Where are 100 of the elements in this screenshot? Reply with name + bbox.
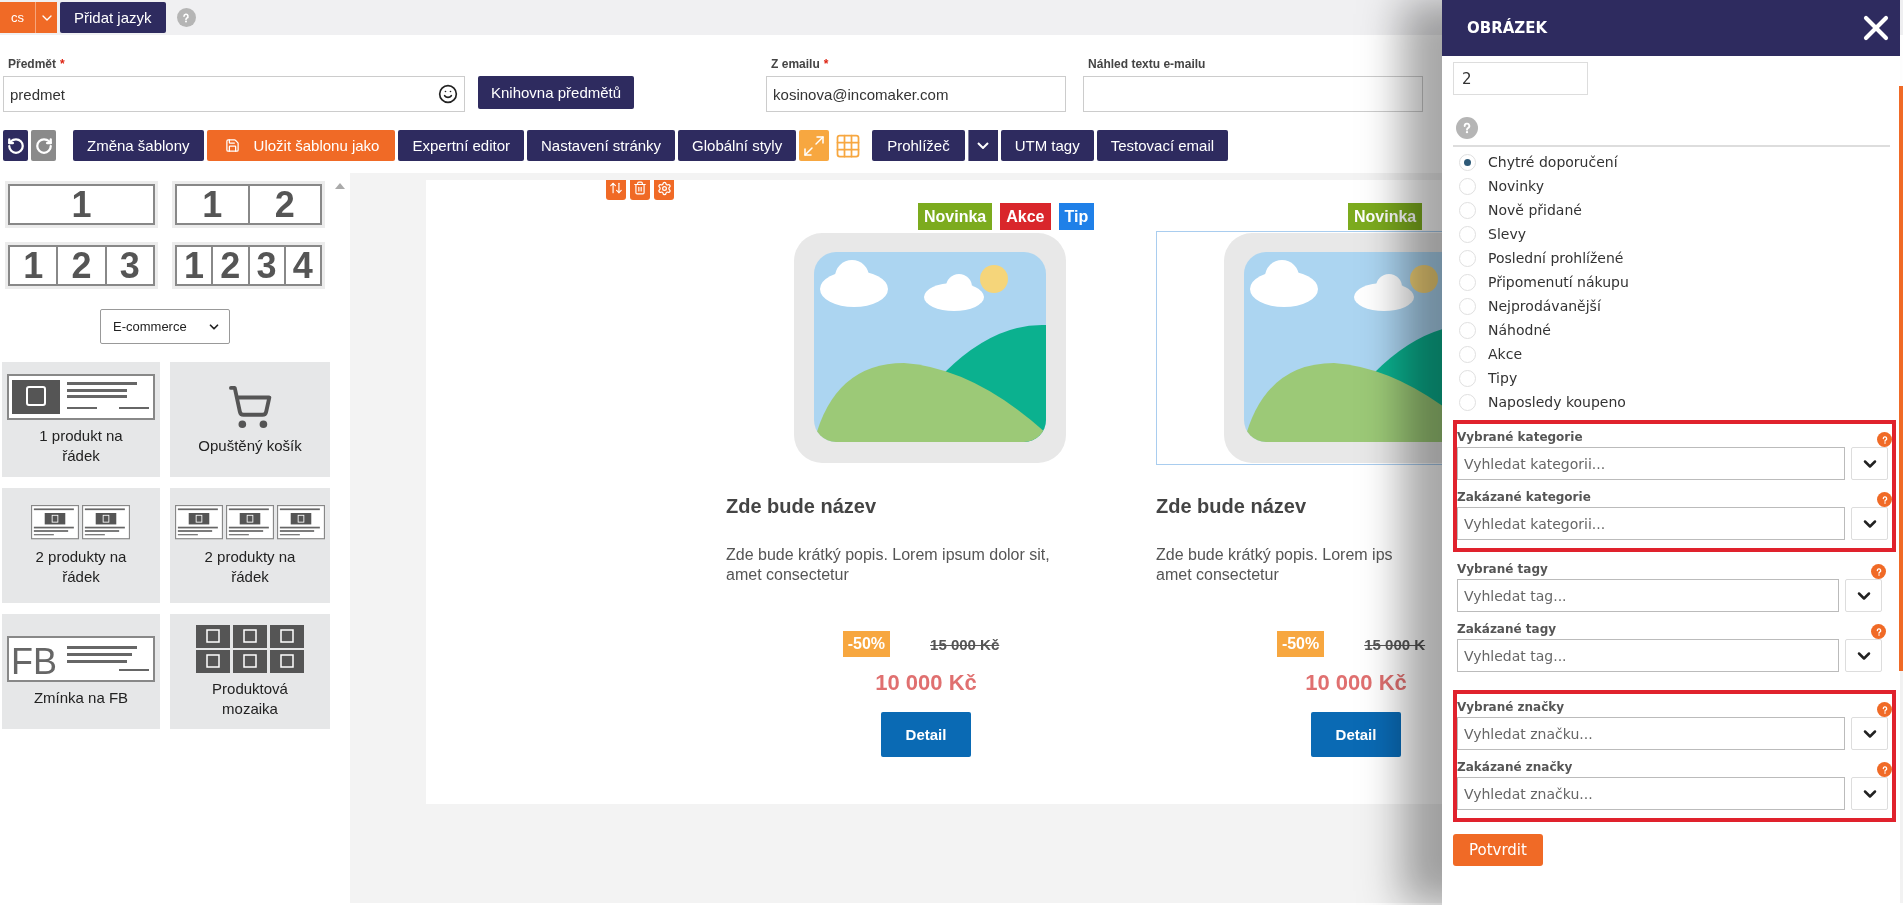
dropdown-toggle-button[interactable] bbox=[1845, 639, 1882, 672]
chevron-down-icon bbox=[977, 142, 990, 149]
filter-label: Zakázané značky bbox=[1457, 759, 1573, 774]
product-tag: Novinka bbox=[1348, 203, 1423, 230]
radio-option[interactable]: Tipy bbox=[1459, 366, 1890, 390]
discount-badge: -50% bbox=[842, 631, 891, 657]
block-label: Opuštěný košík bbox=[197, 435, 303, 456]
trash-icon bbox=[633, 181, 647, 195]
fullscreen-button[interactable] bbox=[799, 130, 830, 161]
radio-option[interactable]: Poslední prohlížené bbox=[1459, 246, 1890, 270]
toolbar-button[interactable]: Nastavení stránky bbox=[527, 130, 676, 161]
browser-dropdown-button[interactable]: Prohlížeč bbox=[872, 130, 965, 161]
shopping-cart-icon bbox=[227, 383, 273, 430]
from-email-field[interactable]: kosinova@incomaker.com bbox=[766, 76, 1067, 112]
move-icon bbox=[609, 181, 623, 195]
search-field[interactable]: Vyhledat tag... bbox=[1457, 639, 1839, 672]
save-icon bbox=[224, 138, 240, 153]
content-block-tile[interactable]: 1 produkt na řádek bbox=[2, 362, 160, 477]
radio-option[interactable]: Připomenutí nákupu bbox=[1459, 270, 1890, 294]
block-label: Zmínka na FB bbox=[32, 687, 130, 708]
radio-option[interactable]: Naposledy koupeno bbox=[1459, 390, 1890, 414]
field-label: Předmět * bbox=[7, 57, 66, 71]
subject-field[interactable]: predmet bbox=[3, 76, 465, 112]
help-icon[interactable] bbox=[1877, 762, 1892, 777]
help-icon[interactable] bbox=[1877, 492, 1892, 507]
field-label: Náhled textu e-mailu bbox=[1087, 57, 1207, 71]
field-label: Z emailu * bbox=[770, 57, 830, 71]
search-field[interactable]: Vyhledat kategorii... bbox=[1457, 447, 1845, 480]
content-block-tile[interactable]: Opuštěný košík bbox=[170, 362, 330, 477]
toolbar-button[interactable]: UTM tagy bbox=[1000, 130, 1094, 161]
toolbar-button[interactable]: Globální styly bbox=[678, 130, 797, 161]
content-block-tile[interactable]: 2 produkty na řádek bbox=[170, 488, 330, 603]
filter-label: Vybrané kategorie bbox=[1457, 429, 1583, 444]
column-layout-tile[interactable]: 1 2 bbox=[172, 181, 325, 228]
radio-option[interactable]: Akce bbox=[1459, 342, 1890, 366]
emoji-icon[interactable] bbox=[438, 84, 458, 104]
facebook-mention-icon: FB bbox=[7, 635, 155, 682]
content-block-tile[interactable]: FB Zmínka na FB bbox=[2, 614, 160, 729]
dropdown-toggle-button[interactable] bbox=[1851, 507, 1888, 540]
search-field[interactable]: Vyhledat značku... bbox=[1457, 777, 1845, 810]
search-field[interactable]: Vyhledat tag... bbox=[1457, 579, 1839, 612]
radio-option[interactable]: Nejprodávanější bbox=[1459, 294, 1890, 318]
help-icon[interactable] bbox=[1456, 117, 1478, 139]
radio-option[interactable]: Novinky bbox=[1459, 174, 1890, 198]
detail-button[interactable]: Detail bbox=[881, 712, 971, 757]
help-icon[interactable] bbox=[1871, 624, 1886, 639]
radio-option[interactable]: Náhodné bbox=[1459, 318, 1890, 342]
discount-badge: -50% bbox=[1276, 631, 1325, 657]
content-block-tile[interactable]: 2 produkty na řádek bbox=[2, 488, 160, 603]
detail-button[interactable]: Detail bbox=[1311, 712, 1401, 757]
move-button[interactable] bbox=[606, 180, 626, 200]
product-tag: Novinka bbox=[918, 203, 993, 230]
image-mosaic-icon bbox=[196, 624, 304, 673]
column-layout-tile[interactable]: 1 2 3 4 bbox=[172, 242, 325, 289]
help-icon[interactable] bbox=[176, 8, 196, 27]
undo-button[interactable] bbox=[3, 130, 28, 161]
filter-label: Vybrané tagy bbox=[1457, 561, 1548, 576]
three-products-icon bbox=[175, 504, 325, 541]
filter-label: Zakázané kategorie bbox=[1457, 489, 1591, 504]
help-icon[interactable] bbox=[1871, 564, 1886, 579]
search-field[interactable]: Vyhledat kategorii... bbox=[1457, 507, 1845, 540]
add-language-button[interactable]: Přidat jazyk bbox=[60, 2, 166, 33]
toolbar-button[interactable]: Změna šablony bbox=[73, 130, 204, 161]
content-block-tile[interactable]: Produktová mozaika bbox=[170, 614, 330, 729]
preview-text-field[interactable] bbox=[1083, 76, 1424, 112]
block-label: Produktová mozaika bbox=[211, 678, 289, 719]
radio-option[interactable]: Chytré doporučení bbox=[1459, 150, 1890, 174]
language-caret-button[interactable] bbox=[35, 2, 57, 33]
help-icon[interactable] bbox=[1877, 702, 1892, 717]
toolbar-button[interactable]: Expertní editor bbox=[398, 130, 525, 161]
radio-option[interactable]: Slevy bbox=[1459, 222, 1890, 246]
search-field[interactable]: Vyhledat značku... bbox=[1457, 717, 1845, 750]
panel-title: OBRÁZEK bbox=[1467, 19, 1548, 37]
product-row-icon bbox=[7, 373, 155, 420]
count-field[interactable]: 2 bbox=[1453, 62, 1588, 95]
two-products-icon bbox=[31, 504, 131, 541]
product-title: Zde bude název bbox=[726, 495, 878, 518]
toolbar-button[interactable]: Testovací email bbox=[1096, 130, 1229, 161]
scrollbar-thumb[interactable] bbox=[1899, 86, 1903, 671]
gear-icon bbox=[656, 180, 672, 196]
scroll-up-arrow-icon[interactable] bbox=[335, 183, 345, 189]
undo-icon bbox=[6, 136, 25, 155]
delete-button[interactable] bbox=[630, 180, 650, 200]
column-layout-tile[interactable]: 1 bbox=[5, 181, 158, 228]
radio-option[interactable]: Nově přidané bbox=[1459, 198, 1890, 222]
dropdown-toggle-button[interactable] bbox=[1845, 579, 1882, 612]
product-title: Zde bude název bbox=[1156, 495, 1308, 518]
old-price: 15 000 K bbox=[1364, 635, 1426, 653]
dropdown-toggle-button[interactable] bbox=[1851, 717, 1888, 750]
filter-label: Vybrané značky bbox=[1457, 699, 1565, 714]
subject-library-button[interactable]: Knihovna předmětů bbox=[478, 76, 635, 109]
dropdown-toggle-button[interactable] bbox=[1851, 777, 1888, 810]
column-layout-tile[interactable]: 1 2 3 bbox=[5, 242, 158, 289]
product-price: 10 000 Kč bbox=[874, 670, 978, 696]
dropdown-caret-button[interactable] bbox=[967, 130, 998, 161]
settings-button[interactable] bbox=[654, 180, 674, 200]
help-icon[interactable] bbox=[1877, 432, 1892, 447]
block-label: 1 produkt na řádek bbox=[38, 425, 124, 466]
block-category-select[interactable]: E-commerce bbox=[100, 309, 230, 344]
dropdown-toggle-button[interactable] bbox=[1851, 447, 1888, 480]
